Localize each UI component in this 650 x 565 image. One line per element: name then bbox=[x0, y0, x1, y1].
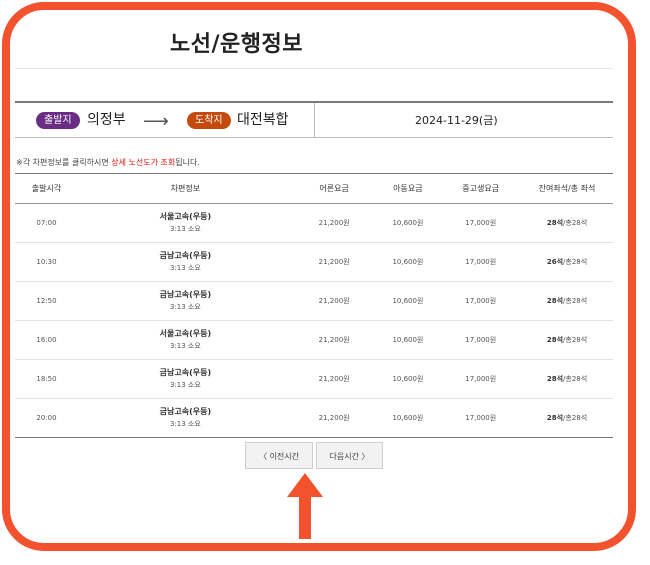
bus-info[interactable]: 금남고속(우등) 3:13 소요 bbox=[78, 399, 293, 438]
student-fare: 17,000원 bbox=[440, 242, 521, 282]
adult-fare: 21,200원 bbox=[292, 281, 376, 321]
student-fare: 17,000원 bbox=[440, 359, 521, 399]
bus-info[interactable]: 서울고속(우등) 3:13 소요 bbox=[77, 320, 293, 360]
child-fare: 10,600원 bbox=[375, 320, 441, 360]
seats-total: /총28석 bbox=[563, 297, 588, 305]
header-student-fare: 중고생요금 bbox=[440, 173, 521, 204]
seats-total: /총28석 bbox=[563, 219, 588, 227]
child-fare: 10,600원 bbox=[375, 242, 441, 282]
table-row[interactable]: 18:50 금남고속(우등) 3:13 소요 21,200원 10,600원 17,000… bbox=[15, 359, 613, 399]
child-fare: 10,600원 bbox=[392, 414, 424, 422]
seats-remaining: 28석 bbox=[546, 297, 564, 305]
travel-duration: 3:13 소요 bbox=[169, 420, 201, 428]
travel-duration: 3:13 소요 bbox=[169, 342, 201, 350]
child-fare: 10,600원 bbox=[375, 203, 441, 243]
header-child-fare: 아동요금 bbox=[375, 173, 441, 204]
departure-time: 10:30 bbox=[15, 242, 78, 282]
departure-time: 07:00 bbox=[15, 203, 78, 243]
adult-fare: 21,200원 bbox=[318, 414, 350, 422]
adult-fare: 21,200원 bbox=[292, 203, 376, 243]
departure-time: 16:00 bbox=[15, 320, 78, 360]
seat-availability: 28석/총28석 bbox=[521, 359, 613, 399]
student-fare: 17,000원 bbox=[465, 414, 497, 422]
seats-total: /총28석 bbox=[563, 414, 588, 422]
arrival-terminal: 대전복합 bbox=[237, 112, 289, 128]
bus-company: 서울고속(우등) bbox=[159, 329, 212, 338]
child-fare: 10,600원 bbox=[375, 359, 441, 399]
schedule-table: 출발시각 차편정보 어른요금 아동요금 중고생요금 잔여좌석/총 좌석 07:0… bbox=[15, 173, 613, 438]
travel-duration: 3:13 소요 bbox=[169, 303, 201, 311]
table-row[interactable]: 12:50 금남고속(우등) 3:13 소요 21,200원 10,600원 17,000… bbox=[15, 281, 613, 321]
departure-badge: 출발지 bbox=[36, 112, 80, 129]
departure-time: 12:50 bbox=[15, 281, 78, 321]
seats-remaining: 28석 bbox=[546, 375, 564, 383]
table-row[interactable]: 16:00 서울고속(우등) 3:13 소요 21,200원 10,600원 17,000… bbox=[15, 320, 613, 360]
table-header-row: 출발시각 차편정보 어른요금 아동요금 중고생요금 잔여좌석/총 좌석 bbox=[15, 173, 613, 204]
seat-availability: 28석/총28석 bbox=[521, 281, 613, 321]
header-adult-fare: 어른요금 bbox=[292, 173, 376, 204]
adult-fare: 21,200원 bbox=[292, 320, 376, 360]
travel-duration: 3:13 소요 bbox=[169, 264, 201, 272]
arrival-badge: 도착지 bbox=[187, 112, 231, 129]
departure-time: 20:00 bbox=[36, 414, 57, 422]
bus-info[interactable]: 금남고속(우등) 3:13 소요 bbox=[77, 359, 293, 399]
child-fare: 10,600원 bbox=[375, 281, 441, 321]
table-row[interactable]: 20:00 금남고속(우등) 3:13 소요 21,200원 10,600원 17,000… bbox=[15, 399, 613, 438]
seats-remaining: 28석 bbox=[546, 414, 564, 422]
seat-availability: 28석/총28석 bbox=[521, 399, 613, 438]
departure-terminal: 의정부 bbox=[87, 112, 126, 128]
seat-availability: 28석/총28석 bbox=[521, 320, 613, 360]
student-fare: 17,000원 bbox=[440, 281, 521, 321]
seats-total: /총28석 bbox=[563, 258, 588, 266]
divider bbox=[314, 103, 315, 138]
student-fare: 17,000원 bbox=[440, 320, 521, 360]
route-summary: 출발지 의정부 ⟶ 도착지 대전복합 2024-11-29(금) bbox=[15, 101, 613, 138]
seats-total: /총28석 bbox=[563, 336, 588, 344]
page-title: 노선/운행정보 bbox=[170, 32, 303, 57]
notice-text: ※각 차편정보를 클릭하시면 상세 노선도가 조회됩니다. bbox=[16, 158, 200, 167]
seats-remaining: 28석 bbox=[546, 219, 564, 227]
right-arrow-icon: ⟶ bbox=[143, 111, 169, 132]
up-arrow-icon bbox=[287, 473, 323, 539]
seat-availability: 28석/총28석 bbox=[521, 203, 613, 243]
bus-company: 서울고속(우등) bbox=[159, 212, 212, 221]
bus-company: 금남고속(우등) bbox=[159, 407, 212, 416]
header-departure-time: 출발시각 bbox=[15, 173, 78, 204]
header-seats: 잔여좌석/총 좌석 bbox=[521, 173, 613, 204]
travel-duration: 3:13 소요 bbox=[169, 225, 201, 233]
adult-fare: 21,200원 bbox=[292, 242, 376, 282]
divider bbox=[15, 68, 613, 69]
notice-highlight: 상세 노선도가 조회 bbox=[111, 158, 176, 167]
next-time-button[interactable]: 다음시간 〉 bbox=[316, 442, 383, 469]
bus-company: 금남고속(우등) bbox=[159, 368, 212, 377]
adult-fare: 21,200원 bbox=[292, 359, 376, 399]
seat-availability: 26석/총28석 bbox=[521, 242, 613, 282]
departure-time: 18:50 bbox=[15, 359, 78, 399]
seats-remaining: 28석 bbox=[546, 336, 564, 344]
seats-remaining: 26석 bbox=[546, 258, 564, 266]
table-row[interactable]: 07:00 서울고속(우등) 3:13 소요 21,200원 10,600원 17,000… bbox=[15, 203, 613, 243]
student-fare: 17,000원 bbox=[440, 203, 521, 243]
bus-info[interactable]: 금남고속(우등) 3:13 소요 bbox=[77, 242, 293, 282]
bus-info[interactable]: 금남고속(우등) 3:13 소요 bbox=[77, 281, 293, 321]
departure-date: 2024-11-29(금) bbox=[415, 114, 498, 127]
bus-company: 금남고속(우등) bbox=[159, 251, 212, 260]
header-bus-info: 차편정보 bbox=[77, 173, 293, 204]
bus-info[interactable]: 서울고속(우등) 3:13 소요 bbox=[77, 203, 293, 243]
table-row[interactable]: 10:30 금남고속(우등) 3:13 소요 21,200원 10,600원 17,000… bbox=[15, 242, 613, 282]
seats-total: /총28석 bbox=[563, 375, 588, 383]
previous-time-button[interactable]: 〈 이전시간 bbox=[245, 442, 313, 469]
travel-duration: 3:13 소요 bbox=[169, 381, 201, 389]
bus-company: 금남고속(우등) bbox=[159, 290, 212, 299]
